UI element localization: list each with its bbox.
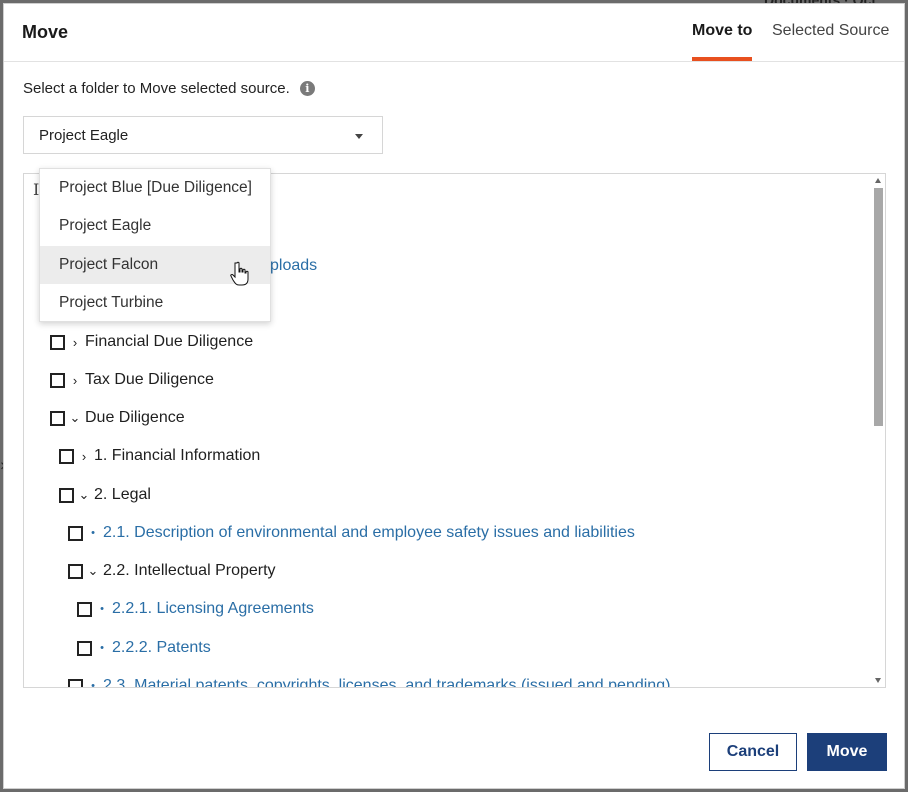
row-checkbox[interactable]: [68, 525, 83, 541]
cancel-button[interactable]: Cancel: [709, 733, 797, 771]
folder-label[interactable]: Financial Due Diligence: [85, 333, 253, 351]
scroll-down-arrow-icon[interactable]: [875, 678, 881, 683]
partially-hidden-link[interactable]: ploads: [270, 257, 317, 275]
scrollbar-thumb[interactable]: [874, 188, 883, 426]
folder-label[interactable]: 1. Financial Information: [94, 447, 260, 465]
instructions-text: Select a folder to Move selected source.: [23, 80, 290, 97]
folder-label[interactable]: 2. Legal: [94, 486, 151, 504]
caret-down-icon: [355, 134, 363, 139]
dropdown-option[interactable]: Project Eagle: [40, 207, 270, 245]
tree-row: ⌄ 2.2. Intellectual Property: [68, 560, 276, 582]
dialog-header: Move Move to Selected Source: [4, 4, 904, 62]
row-checkbox[interactable]: [59, 448, 74, 464]
hand-pointer-icon: [230, 261, 249, 286]
info-icon[interactable]: i: [299, 81, 315, 96]
tree-row: ⌄ 2. Legal: [59, 484, 151, 506]
bullet-icon: •: [91, 527, 95, 539]
folder-label[interactable]: Tax Due Diligence: [85, 371, 214, 389]
row-checkbox[interactable]: [50, 372, 65, 388]
tab-selected-source[interactable]: Selected Source: [772, 22, 889, 61]
chevron-down-icon[interactable]: ⌄: [65, 410, 85, 426]
row-checkbox[interactable]: [68, 678, 83, 687]
tree-row: › Financial Due Diligence: [50, 331, 253, 353]
tab-move-to[interactable]: Move to: [692, 22, 753, 61]
chevron-down-icon[interactable]: ⌄: [83, 563, 103, 579]
document-link[interactable]: 2.3. Material patents, copyrights, licen…: [103, 677, 670, 687]
move-button[interactable]: Move: [807, 733, 887, 771]
row-checkbox[interactable]: [50, 334, 65, 350]
row-checkbox[interactable]: [77, 601, 92, 617]
project-select[interactable]: Project Eagle: [23, 116, 383, 154]
tree-row: • 2.2.2. Patents: [77, 637, 211, 659]
tree-row: • 2.3. Material patents, copyrights, lic…: [68, 675, 670, 688]
tree-row: ⌄ Due Diligence: [50, 407, 185, 429]
row-checkbox[interactable]: [68, 563, 83, 579]
instructions: Select a folder to Move selected source.…: [23, 80, 315, 97]
tree-row: › 1. Financial Information: [59, 445, 260, 467]
document-link[interactable]: 2.1. Description of environmental and em…: [103, 524, 635, 542]
chevron-right-icon[interactable]: ›: [74, 449, 94, 464]
document-link[interactable]: 2.2.2. Patents: [112, 639, 211, 657]
tree-row: › Tax Due Diligence: [50, 369, 214, 391]
dropdown-option[interactable]: Project Blue [Due Diligence]: [40, 169, 270, 207]
bullet-icon: •: [100, 642, 104, 654]
tree-scrollbar[interactable]: [872, 174, 885, 687]
document-link[interactable]: 2.2.1. Licensing Agreements: [112, 600, 314, 618]
chevron-right-icon[interactable]: ›: [65, 373, 85, 388]
bullet-icon: •: [91, 680, 95, 688]
bullet-icon: •: [100, 603, 104, 615]
scroll-up-arrow-icon[interactable]: [875, 178, 881, 183]
tree-row: • 2.1. Description of environmental and …: [68, 522, 635, 544]
row-checkbox[interactable]: [77, 640, 92, 656]
project-select-value: Project Eagle: [39, 127, 129, 144]
folder-label[interactable]: Due Diligence: [85, 409, 185, 427]
dialog-title: Move: [22, 22, 69, 42]
move-dialog: Move Move to Selected Source Select a fo…: [3, 3, 905, 789]
dropdown-option[interactable]: Project Turbine: [40, 284, 270, 322]
tree-row: • 2.2.1. Licensing Agreements: [77, 598, 314, 620]
folder-label[interactable]: 2.2. Intellectual Property: [103, 562, 276, 580]
row-checkbox[interactable]: [59, 487, 74, 503]
row-checkbox[interactable]: [50, 410, 65, 426]
project-dropdown-menu: Project Blue [Due Diligence] Project Eag…: [39, 168, 271, 322]
chevron-down-icon[interactable]: ⌄: [74, 487, 94, 503]
chevron-right-icon[interactable]: ›: [65, 335, 85, 350]
